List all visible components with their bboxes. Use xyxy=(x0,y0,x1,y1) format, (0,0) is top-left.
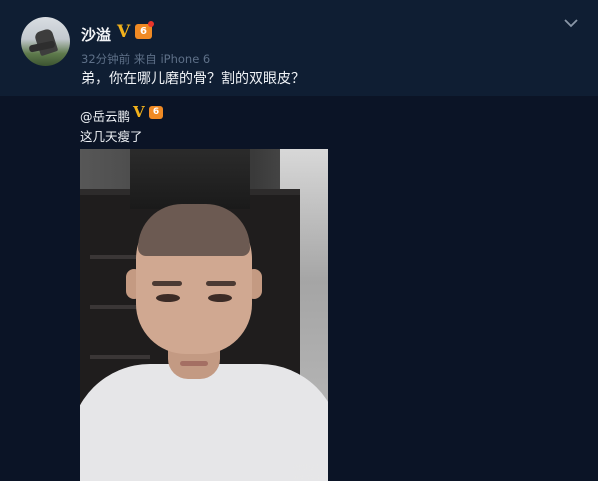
chevron-down-icon[interactable] xyxy=(563,15,579,31)
photo-watermark: 微博@岳云鹏 weibo.com/u/1740... xyxy=(293,463,328,481)
photo-brow-right xyxy=(206,281,236,286)
quoted-username[interactable]: @岳云鹏 xyxy=(80,106,130,125)
cabinet-drawer xyxy=(90,355,150,359)
avatar[interactable] xyxy=(21,17,70,66)
watermark-line-2: weibo.com/u/1740... xyxy=(293,472,328,481)
photo-stand xyxy=(130,149,250,209)
verified-icon: V xyxy=(117,22,131,42)
photo-shirt xyxy=(80,364,328,481)
quoted-vip-badge-icon: 6 xyxy=(149,106,163,119)
post-meta: 32分钟前 来自 iPhone 6 xyxy=(81,51,210,67)
photo-brow-left xyxy=(152,281,182,286)
photo-eye-right xyxy=(208,294,232,302)
quoted-verified-icon: V xyxy=(133,103,145,121)
post-source[interactable]: 来自 iPhone 6 xyxy=(134,52,210,66)
photo-eye-left xyxy=(156,294,180,302)
quoted-photo[interactable]: 微博@岳云鹏 weibo.com/u/1740... xyxy=(80,149,328,481)
post-text: 弟，你在哪儿磨的骨？割的双眼皮？ xyxy=(81,71,305,87)
quoted-text: 这几天瘦了 xyxy=(80,129,143,144)
post-username[interactable]: 沙溢 xyxy=(81,24,111,45)
vip-badge-icon: 6 xyxy=(135,21,154,39)
vip-level: 6 xyxy=(140,26,147,37)
photo-mouth xyxy=(180,361,208,366)
post-time[interactable]: 32分钟前 xyxy=(81,52,130,66)
watermark-line-1: 微博@岳云鹏 xyxy=(293,463,328,472)
